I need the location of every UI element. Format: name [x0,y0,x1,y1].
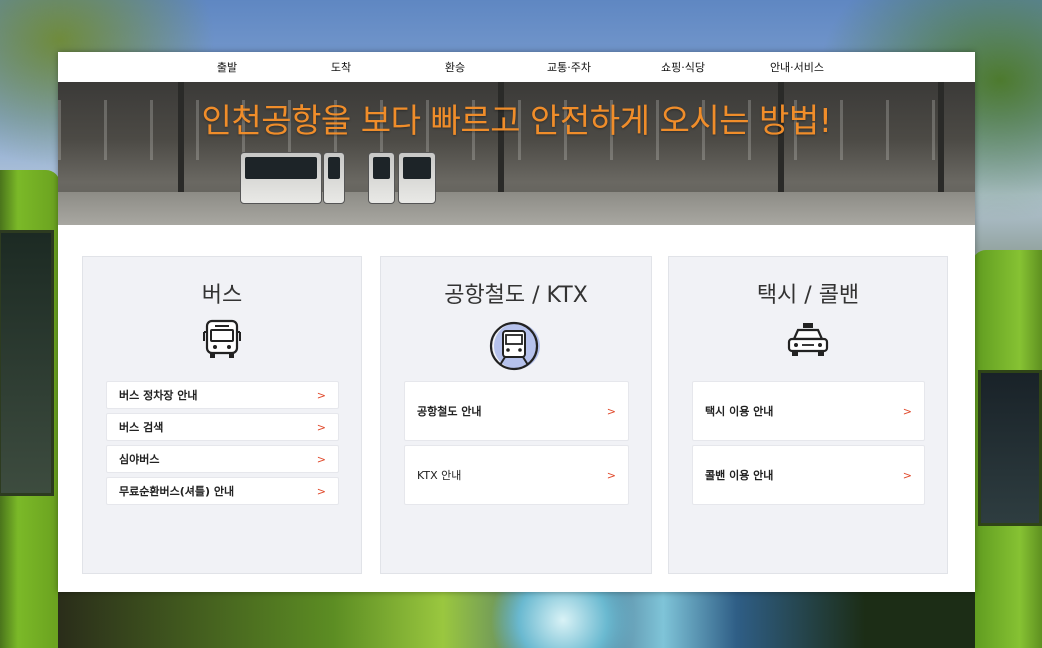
link-label: 버스 정차장 안내 [119,389,198,402]
callvan-info-link[interactable]: 콜밴 이용 안내 > [692,445,925,505]
content-panel: 출발 도착 환승 교통·주차 쇼핑·식당 안내·서비스 인천공항을 보다 빠르고… [58,52,975,592]
taxi-card-title: 택시 / 콜밴 [756,283,860,308]
link-label: 무료순환버스(셔틀) 안내 [119,485,235,498]
link-label: KTX 안내 [417,469,462,482]
chevron-right-icon: > [316,388,326,402]
link-label: 심야버스 [119,453,160,466]
chevron-right-icon: > [316,484,326,498]
background-bottom-strip [58,592,975,648]
top-navigation: 출발 도착 환승 교통·주차 쇼핑·식당 안내·서비스 [58,52,975,82]
bus-search-link[interactable]: 버스 검색 > [106,413,339,441]
nav-item-arrival[interactable]: 도착 [284,59,398,75]
chevron-right-icon: > [606,404,616,418]
chevron-right-icon: > [902,404,912,418]
link-label: 택시 이용 안내 [705,405,774,418]
train-icon [487,321,545,375]
nav-item-transfer[interactable]: 환승 [398,59,512,75]
nav-item-transport-parking[interactable]: 교통·주차 [512,59,626,75]
background-bus-left [0,170,60,648]
chevron-right-icon: > [316,420,326,434]
hero-banner: 인천공항을 보다 빠르고 안전하게 오시는 방법! [58,82,975,225]
nav-item-departure[interactable]: 출발 [170,59,284,75]
taxi-card: 택시 / 콜밴 택시 이용 안내 > 콜밴 이용 안내 > [668,256,948,574]
airport-rail-info-link[interactable]: 공항철도 안내 > [404,381,629,441]
night-bus-link[interactable]: 심야버스 > [106,445,339,473]
link-label: 콜밴 이용 안내 [705,469,774,482]
nav-item-info-service[interactable]: 안내·서비스 [740,59,854,75]
shuttle-bus-link[interactable]: 무료순환버스(셔틀) 안내 > [106,477,339,505]
chevron-right-icon: > [316,452,326,466]
background-bus-right [972,250,1042,648]
chevron-right-icon: > [902,468,912,482]
ktx-info-link[interactable]: KTX 안내 > [404,445,629,505]
bus-icon [202,319,242,365]
taxi-info-link[interactable]: 택시 이용 안내 > [692,381,925,441]
taxi-icon [786,321,830,363]
rail-card-title: 공항철도 / KTX [444,283,588,308]
rail-card: 공항철도 / KTX 공항철도 안내 > KTX 안내 > [380,256,652,574]
bus-stop-info-link[interactable]: 버스 정차장 안내 > [106,381,339,409]
bus-card-title: 버스 [201,283,243,308]
bus-card: 버스 버스 정차장 안내 > 버스 검색 > 심야버스 > 무료순환버스(셔틀)… [82,256,362,574]
link-label: 버스 검색 [119,421,164,434]
nav-item-shopping-dining[interactable]: 쇼핑·식당 [626,59,740,75]
chevron-right-icon: > [606,468,616,482]
hero-title: 인천공항을 보다 빠르고 안전하게 오시는 방법! [201,101,832,140]
link-label: 공항철도 안내 [417,405,482,418]
